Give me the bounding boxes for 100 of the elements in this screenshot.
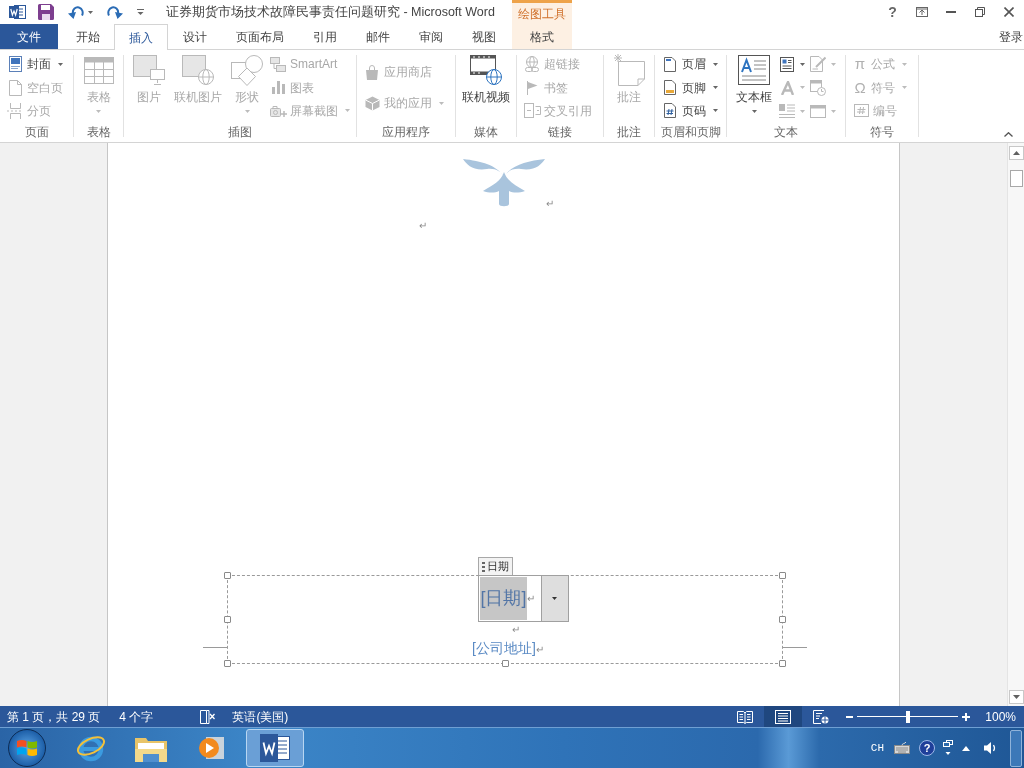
caret-icon	[552, 597, 557, 600]
ribbon-button[interactable]: 联机视频	[459, 50, 513, 124]
drop-cap-icon	[779, 104, 795, 118]
help-button[interactable]: ?	[919, 740, 935, 756]
redo-icon[interactable]	[107, 5, 123, 19]
paragraph-mark: ↵	[535, 645, 544, 655]
speaker-icon[interactable]	[984, 741, 998, 755]
customize-caret-icon[interactable]	[137, 9, 144, 15]
zoom-level[interactable]: 100%	[985, 707, 1016, 726]
quick-parts-icon	[780, 56, 794, 72]
pi-symbol-icon: π	[853, 56, 867, 73]
page-break-icon	[7, 102, 23, 119]
sticky-note-icon	[613, 54, 645, 86]
chevron-up-icon	[1004, 132, 1013, 137]
content-control-tab[interactable]: 日期	[478, 557, 514, 575]
ribbon-group-label: 文本	[773, 124, 799, 141]
cover-page-icon	[8, 56, 22, 73]
ribbon-tab[interactable]: 开始	[61, 24, 114, 49]
sign-in-button[interactable]: 登录	[999, 27, 1023, 46]
ribbon-group-label: 应用程序	[381, 124, 431, 141]
ribbon-tab[interactable]: 视图	[457, 24, 510, 49]
ribbon-button[interactable]: 页眉	[661, 53, 719, 76]
resize-handle[interactable]	[224, 572, 231, 579]
open-book-icon	[737, 709, 754, 724]
window-title: 证券期货市场技术故障民事责任问题研究 - Microsoft Word	[166, 3, 495, 21]
page-bottom-band-icon	[664, 80, 676, 95]
ribbon-tab[interactable]: 审阅	[404, 24, 457, 49]
dropdown-button[interactable]	[540, 576, 568, 621]
show-desktop-button[interactable]	[1010, 729, 1022, 767]
ribbon-button[interactable]: 封面	[6, 53, 64, 76]
resize-handle[interactable]	[224, 660, 231, 667]
help-button[interactable]: ?	[878, 0, 907, 24]
ribbon-button[interactable]: 页脚	[661, 76, 719, 99]
ribbon-group-label: 插图	[227, 124, 253, 141]
plus-icon[interactable]	[962, 712, 971, 721]
scroll-thumb[interactable]	[1009, 170, 1023, 187]
keyboard-icon[interactable]	[894, 742, 910, 754]
ribbon-group-label: 批注	[616, 124, 642, 141]
date-picker[interactable]: [日期]↵	[478, 575, 569, 622]
collapse-ribbon-button[interactable]	[1004, 132, 1013, 137]
page-top-band-icon	[664, 56, 676, 72]
diagram-icon	[270, 56, 286, 72]
vertical-scrollbar[interactable]	[1007, 143, 1024, 706]
slanted-letter-icon	[780, 80, 794, 95]
save-icon[interactable]	[38, 4, 54, 20]
flag-icon	[526, 80, 538, 95]
page-lines-icon	[775, 709, 792, 724]
picture-globe-icon	[182, 55, 214, 85]
calendar-clock-icon	[810, 79, 826, 96]
windows-caret-icon[interactable]	[943, 740, 953, 756]
word-count[interactable]: 4 个字	[119, 707, 154, 726]
minimize-icon	[945, 11, 956, 13]
cross-reference-icon	[523, 103, 541, 119]
ribbon-tab[interactable]: 引用	[298, 24, 351, 49]
contextual-group-label: 绘图工具	[518, 5, 566, 23]
caret-icon	[88, 10, 93, 14]
globe-link-icon	[524, 56, 540, 73]
ribbon-tab[interactable]: 邮件	[351, 24, 404, 49]
text-box-icon	[738, 55, 770, 85]
four-color-flag-icon	[17, 739, 37, 757]
picture-monitor-icon	[133, 55, 165, 85]
ribbon-tab[interactable]: 文件	[0, 24, 58, 49]
grip-icon	[482, 561, 486, 572]
resize-handle[interactable]	[224, 616, 231, 623]
slider-thumb[interactable]	[905, 710, 910, 723]
ribbon-button[interactable]: 页码	[661, 99, 719, 122]
ribbon-tab[interactable]: 设计	[168, 24, 221, 49]
minus-icon[interactable]	[846, 715, 854, 718]
blank-page-icon	[8, 79, 22, 96]
bar-chart-icon	[271, 81, 285, 94]
start-button[interactable]	[8, 729, 46, 767]
ribbon-button[interactable]: 文本框	[733, 50, 775, 124]
ribbon-group-label: 链接	[547, 124, 573, 141]
book-x-icon[interactable]	[200, 709, 216, 724]
app-icon[interactable]	[9, 4, 26, 20]
zoom-slider[interactable]	[857, 710, 959, 723]
table-icon	[83, 56, 114, 84]
omega-symbol-icon: Ω	[853, 79, 867, 96]
window-frame-icon	[810, 104, 826, 118]
resize-handle[interactable]	[502, 660, 509, 667]
address-field[interactable]: [公司地址]	[472, 640, 536, 657]
language-indicator[interactable]: 英语(美国)	[232, 707, 289, 726]
document-icon	[260, 734, 290, 762]
input-language-indicator[interactable]: CH	[870, 739, 884, 757]
film-globe-icon	[470, 55, 502, 85]
ribbon-group-label: 页眉和页脚	[659, 124, 722, 141]
view-button[interactable]	[764, 706, 803, 727]
web-page-icon	[813, 709, 830, 724]
resize-handle[interactable]	[779, 660, 786, 667]
ribbon-tab[interactable]: 插入	[114, 24, 168, 50]
ribbon-group-label: 符号	[869, 124, 895, 141]
chevron-up-icon[interactable]	[962, 745, 970, 751]
ribbon-tab[interactable]: 页面布局	[221, 24, 298, 49]
taskbar-app-button[interactable]	[246, 729, 304, 767]
box-arrow-up-icon	[915, 7, 928, 17]
resize-handle[interactable]	[779, 616, 786, 623]
page-count[interactable]: 第 1 页，共 29 页	[7, 707, 101, 726]
undo-icon[interactable]	[68, 5, 84, 19]
shapes-icon	[231, 54, 263, 86]
resize-handle[interactable]	[779, 572, 786, 579]
